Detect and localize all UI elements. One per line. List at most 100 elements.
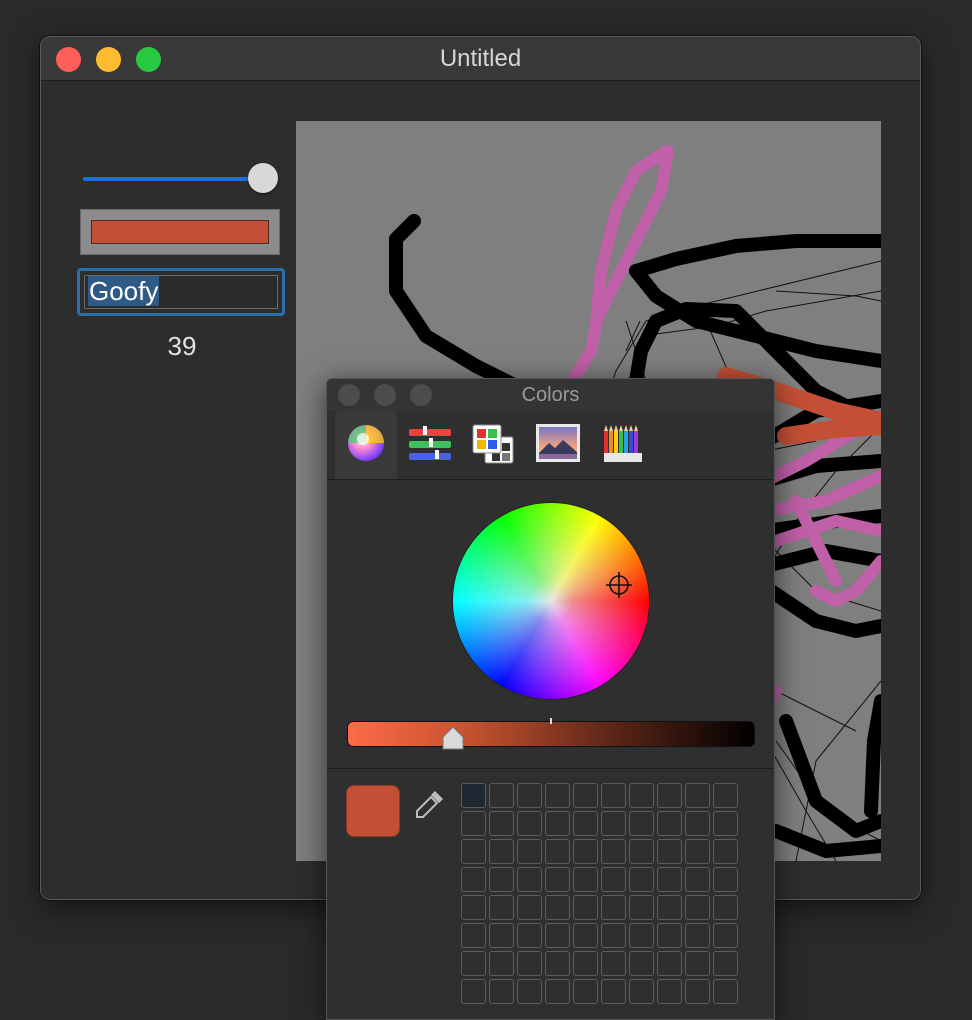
color-wheel[interactable] (453, 503, 649, 699)
brightness-slider[interactable] (347, 721, 755, 747)
color-swatch-cell[interactable] (601, 979, 626, 1004)
color-swatch-cell[interactable] (461, 867, 486, 892)
color-swatch-cell[interactable] (601, 895, 626, 920)
color-swatch-cell[interactable] (489, 811, 514, 836)
color-swatch-cell[interactable] (713, 923, 738, 948)
color-swatch-cell[interactable] (685, 811, 710, 836)
color-swatch-cell[interactable] (685, 979, 710, 1004)
color-swatch-cell[interactable] (713, 839, 738, 864)
color-swatch-cell[interactable] (629, 895, 654, 920)
tab-image-palettes[interactable] (527, 411, 589, 479)
color-swatch-cell[interactable] (489, 783, 514, 808)
color-swatch-cell[interactable] (461, 951, 486, 976)
color-swatch-cell[interactable] (573, 839, 598, 864)
color-swatch-cell[interactable] (685, 867, 710, 892)
tab-color-wheel[interactable] (335, 411, 397, 479)
slider-knob[interactable] (248, 163, 278, 193)
color-swatch-cell[interactable] (573, 951, 598, 976)
color-swatch-cell[interactable] (685, 951, 710, 976)
color-swatch-cell[interactable] (685, 839, 710, 864)
color-swatch-cell[interactable] (517, 895, 542, 920)
text-field-value: Goofy (88, 276, 160, 306)
slider-track (83, 177, 270, 181)
color-swatch-cell[interactable] (601, 867, 626, 892)
color-swatch-cell[interactable] (601, 951, 626, 976)
color-swatch-cell[interactable] (489, 839, 514, 864)
tab-color-palettes[interactable] (463, 411, 525, 479)
color-swatch-cell[interactable] (545, 839, 570, 864)
color-swatch-cell[interactable] (657, 895, 682, 920)
color-swatch-cell[interactable] (629, 951, 654, 976)
color-swatch-cell[interactable] (601, 783, 626, 808)
color-swatch-cell[interactable] (545, 923, 570, 948)
color-swatch-cell[interactable] (629, 839, 654, 864)
color-swatch-cell[interactable] (489, 979, 514, 1004)
color-swatch-cell[interactable] (573, 979, 598, 1004)
color-swatch-cell[interactable] (629, 867, 654, 892)
color-swatch-cell[interactable] (601, 923, 626, 948)
color-swatch-cell[interactable] (573, 783, 598, 808)
color-swatch-cell[interactable] (545, 811, 570, 836)
color-swatch-cell[interactable] (517, 867, 542, 892)
color-swatch-cell[interactable] (461, 811, 486, 836)
color-swatch-cell[interactable] (629, 923, 654, 948)
color-swatch-cell[interactable] (545, 951, 570, 976)
brightness-tick (550, 718, 552, 724)
color-swatch-cell[interactable] (489, 923, 514, 948)
color-swatch-cell[interactable] (657, 839, 682, 864)
color-swatch-cell[interactable] (545, 867, 570, 892)
color-swatch-cell[interactable] (713, 811, 738, 836)
color-swatch-cell[interactable] (657, 979, 682, 1004)
color-swatch-cell[interactable] (573, 867, 598, 892)
color-swatch-cell[interactable] (685, 783, 710, 808)
brush-size-slider[interactable] (83, 161, 278, 195)
color-swatch-cell[interactable] (517, 923, 542, 948)
color-swatch-cell[interactable] (713, 979, 738, 1004)
color-swatch-cell[interactable] (517, 839, 542, 864)
color-swatch-cell[interactable] (629, 979, 654, 1004)
color-swatch-cell[interactable] (657, 867, 682, 892)
color-swatch-cell[interactable] (713, 867, 738, 892)
color-swatch-cell[interactable] (461, 783, 486, 808)
color-swatch-cell[interactable] (517, 783, 542, 808)
color-swatch-cell[interactable] (461, 923, 486, 948)
color-swatch-cell[interactable] (573, 923, 598, 948)
color-swatch-cell[interactable] (629, 811, 654, 836)
color-swatch-cell[interactable] (573, 811, 598, 836)
colors-title-bar[interactable]: Colors (327, 379, 774, 411)
color-swatch-cell[interactable] (461, 839, 486, 864)
color-swatch-cell[interactable] (713, 895, 738, 920)
name-text-field[interactable]: Goofy (77, 268, 285, 316)
current-color-swatch[interactable] (346, 785, 400, 837)
color-swatch-cell[interactable] (545, 895, 570, 920)
color-swatch-cell[interactable] (573, 895, 598, 920)
color-swatch-cell[interactable] (713, 783, 738, 808)
color-swatch-cell[interactable] (629, 783, 654, 808)
color-well[interactable] (80, 209, 280, 255)
color-swatch-cell[interactable] (601, 811, 626, 836)
color-swatch-cell[interactable] (489, 951, 514, 976)
title-bar[interactable]: Untitled (41, 37, 920, 81)
color-swatch-cell[interactable] (461, 895, 486, 920)
color-swatch-cell[interactable] (517, 979, 542, 1004)
pencils-icon (604, 425, 642, 462)
color-swatch-cell[interactable] (657, 811, 682, 836)
tab-color-sliders[interactable] (399, 411, 461, 479)
color-swatch-cell[interactable] (461, 979, 486, 1004)
brightness-knob[interactable] (441, 725, 465, 751)
color-swatch-cell[interactable] (545, 979, 570, 1004)
color-swatch-cell[interactable] (713, 951, 738, 976)
color-swatch-cell[interactable] (489, 867, 514, 892)
color-swatch-cell[interactable] (657, 923, 682, 948)
eyedropper-icon[interactable] (413, 787, 447, 821)
color-swatch-cell[interactable] (489, 895, 514, 920)
tab-pencils[interactable] (591, 411, 653, 479)
color-swatch-cell[interactable] (545, 783, 570, 808)
color-swatch-cell[interactable] (517, 811, 542, 836)
color-swatch-cell[interactable] (517, 951, 542, 976)
color-swatch-cell[interactable] (657, 951, 682, 976)
color-swatch-cell[interactable] (685, 895, 710, 920)
color-swatch-cell[interactable] (657, 783, 682, 808)
color-swatch-cell[interactable] (601, 839, 626, 864)
color-swatch-cell[interactable] (685, 923, 710, 948)
